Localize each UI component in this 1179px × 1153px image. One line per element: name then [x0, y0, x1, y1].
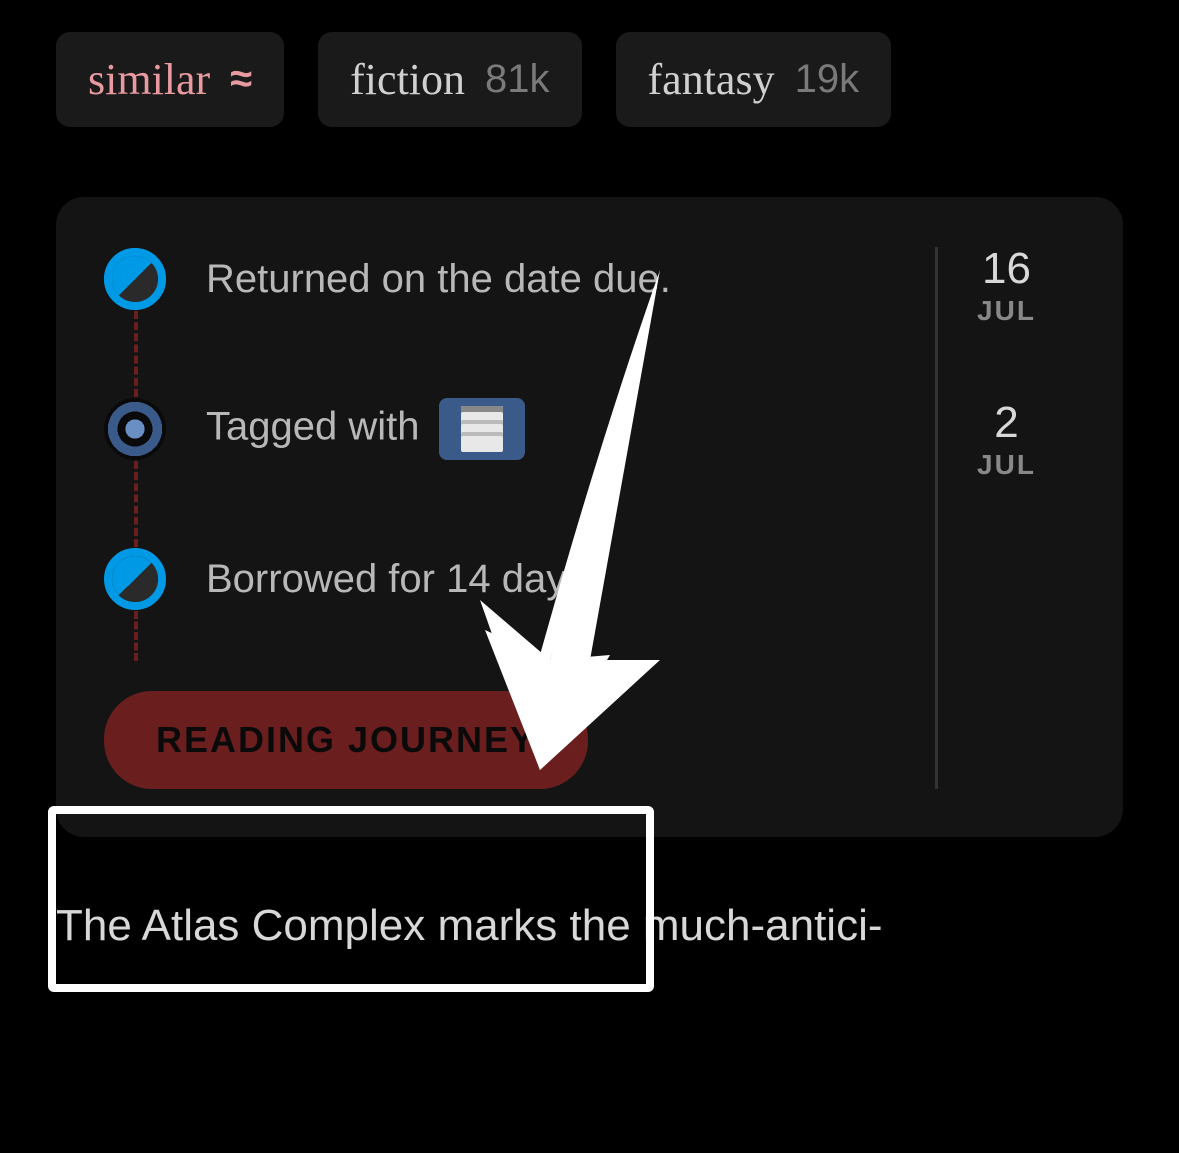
timeline: Returned on the date due. Tagged with Bo… — [104, 247, 915, 789]
reading-journey-card: Returned on the date due. Tagged with Bo… — [56, 197, 1123, 837]
timeline-item-returned: Returned on the date due. — [104, 247, 915, 311]
node-return-icon — [104, 248, 166, 310]
tag-count: 81k — [485, 57, 550, 102]
timeline-connector — [134, 611, 138, 661]
tag-fantasy[interactable]: fantasy 19k — [616, 32, 892, 127]
reading-journey-button[interactable]: READING JOURNEY — [104, 691, 588, 789]
tag-label: fiction — [350, 54, 465, 105]
node-borrowed-icon — [104, 548, 166, 610]
approx-icon: ≈ — [230, 57, 252, 102]
timeline-text: Borrowed for 14 days. — [206, 557, 597, 602]
date-block: 2 JUL — [938, 401, 1075, 481]
timeline-item-borrowed: Borrowed for 14 days. — [104, 547, 915, 611]
tags-row: similar ≈ fiction 81k fantasy 19k — [0, 0, 1179, 127]
date-block: 16 JUL — [938, 247, 1075, 327]
date-day: 16 — [938, 247, 1075, 291]
timeline-text-prefix: Tagged with — [206, 405, 431, 449]
book-description: The Atlas Complex marks the much-antici- — [0, 837, 1179, 954]
tag-similar[interactable]: similar ≈ — [56, 32, 284, 127]
timeline-text: Returned on the date due. — [206, 257, 671, 302]
receipt-icon — [439, 398, 525, 460]
tag-label: similar — [88, 54, 210, 105]
node-tagged-icon — [104, 398, 166, 460]
tag-count: 19k — [795, 57, 860, 102]
date-month: JUL — [938, 449, 1075, 481]
timeline-connector — [134, 311, 138, 397]
timeline-connector — [134, 461, 138, 547]
date-month: JUL — [938, 295, 1075, 327]
date-day: 2 — [938, 401, 1075, 445]
dates-column: 16 JUL 2 JUL — [935, 247, 1075, 789]
timeline-text: Tagged with — [206, 398, 525, 460]
tag-label: fantasy — [648, 54, 775, 105]
tag-fiction[interactable]: fiction 81k — [318, 32, 581, 127]
timeline-item-tagged: Tagged with — [104, 397, 915, 461]
